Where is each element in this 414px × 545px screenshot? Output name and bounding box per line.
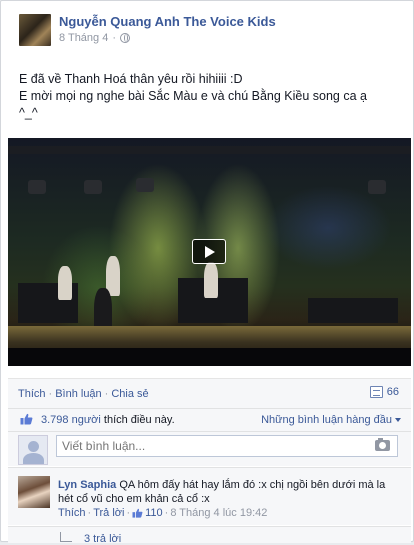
author-name[interactable]: Nguyễn Quang Anh The Voice Kids [59, 14, 276, 29]
comment-timestamp[interactable]: 8 Tháng 4 lúc 19:42 [170, 507, 267, 519]
view-replies-link[interactable]: 3 trả lời [84, 533, 121, 545]
likes-summary: 3.798 người thích điều này. Những bình l… [8, 408, 411, 431]
separator: · [112, 32, 117, 44]
stage-light [368, 180, 386, 194]
chevron-down-icon [395, 418, 401, 423]
replies-row: 3 trả lời [8, 526, 411, 545]
separator: · [104, 388, 109, 400]
audience [8, 348, 411, 366]
comment-body: Lyn Saphia QA hôm đấy hát hay lắm đó :x … [58, 478, 403, 506]
share-link[interactable]: Chia sẻ [111, 388, 148, 400]
likes-count-link[interactable]: 3.798 người [41, 414, 101, 426]
commenter-avatar[interactable] [18, 476, 50, 508]
comment-meta: Thích · Trả lời · 110 · 8 Tháng 4 lúc 19… [58, 507, 267, 519]
like-link[interactable]: Thích [18, 388, 46, 400]
post-text-line: E đã về Thanh Hoá thân yêu rồi hihiiii :… [19, 72, 243, 86]
stage-light [136, 178, 154, 192]
performer [58, 266, 72, 300]
comment-input[interactable] [56, 435, 398, 457]
performer [204, 262, 218, 298]
stage-equipment [308, 298, 398, 323]
comment-like-count[interactable]: 110 [145, 507, 163, 519]
post-meta: 8 Tháng 4 · [59, 32, 131, 44]
author-avatar[interactable] [19, 14, 51, 46]
video-player[interactable] [8, 138, 411, 366]
separator: · [126, 507, 131, 519]
share-count-value: 66 [386, 386, 399, 398]
share-count[interactable]: 66 [369, 386, 399, 398]
stage-light [28, 180, 46, 194]
likes-text: 3.798 người thích điều này. [41, 414, 175, 426]
thumbs-up-icon [132, 508, 143, 518]
separator: · [48, 388, 53, 400]
post-date[interactable]: 8 Tháng 4 [59, 32, 108, 44]
post-text-line: E mời mọi ng nghe bài Sắc Màu e và chú B… [19, 89, 367, 103]
comment-link[interactable]: Bình luận [55, 388, 101, 400]
share-icon [369, 386, 383, 398]
globe-icon[interactable] [120, 33, 131, 43]
comment-composer [8, 431, 411, 466]
post-text: E đã về Thanh Hoá thân yêu rồi hihiiii :… [19, 71, 404, 122]
stage-truss [8, 146, 411, 154]
comment-item: Lyn Saphia QA hôm đấy hát hay lắm đó :x … [8, 467, 411, 525]
stage-light [84, 180, 102, 194]
thumbs-up-icon [20, 413, 33, 425]
separator: · [87, 507, 92, 519]
play-button[interactable] [192, 239, 226, 264]
comment-sort-label: Những bình luận hàng đầu [261, 414, 392, 426]
post-actions: Thích · Bình luận · Chia sẻ 66 [8, 378, 411, 408]
post-text-line: ^_^ [19, 106, 38, 120]
comment-like-link[interactable]: Thích [58, 507, 86, 519]
separator: · [164, 507, 169, 519]
reply-arrow-icon [60, 532, 72, 542]
post-header: Nguyễn Quang Anh The Voice Kids 8 Tháng … [19, 14, 409, 48]
comment-sort-dropdown[interactable]: Những bình luận hàng đầu [261, 414, 401, 426]
action-links: Thích · Bình luận · Chia sẻ [18, 388, 149, 400]
commenter-name[interactable]: Lyn Saphia [58, 479, 116, 491]
user-avatar [18, 435, 48, 465]
comment-reply-link[interactable]: Trả lời [93, 507, 124, 519]
camera-icon[interactable] [375, 438, 390, 451]
likes-suffix: thích điều này. [100, 414, 175, 426]
post-card: Nguyễn Quang Anh The Voice Kids 8 Tháng … [0, 0, 414, 545]
play-icon [205, 245, 215, 258]
